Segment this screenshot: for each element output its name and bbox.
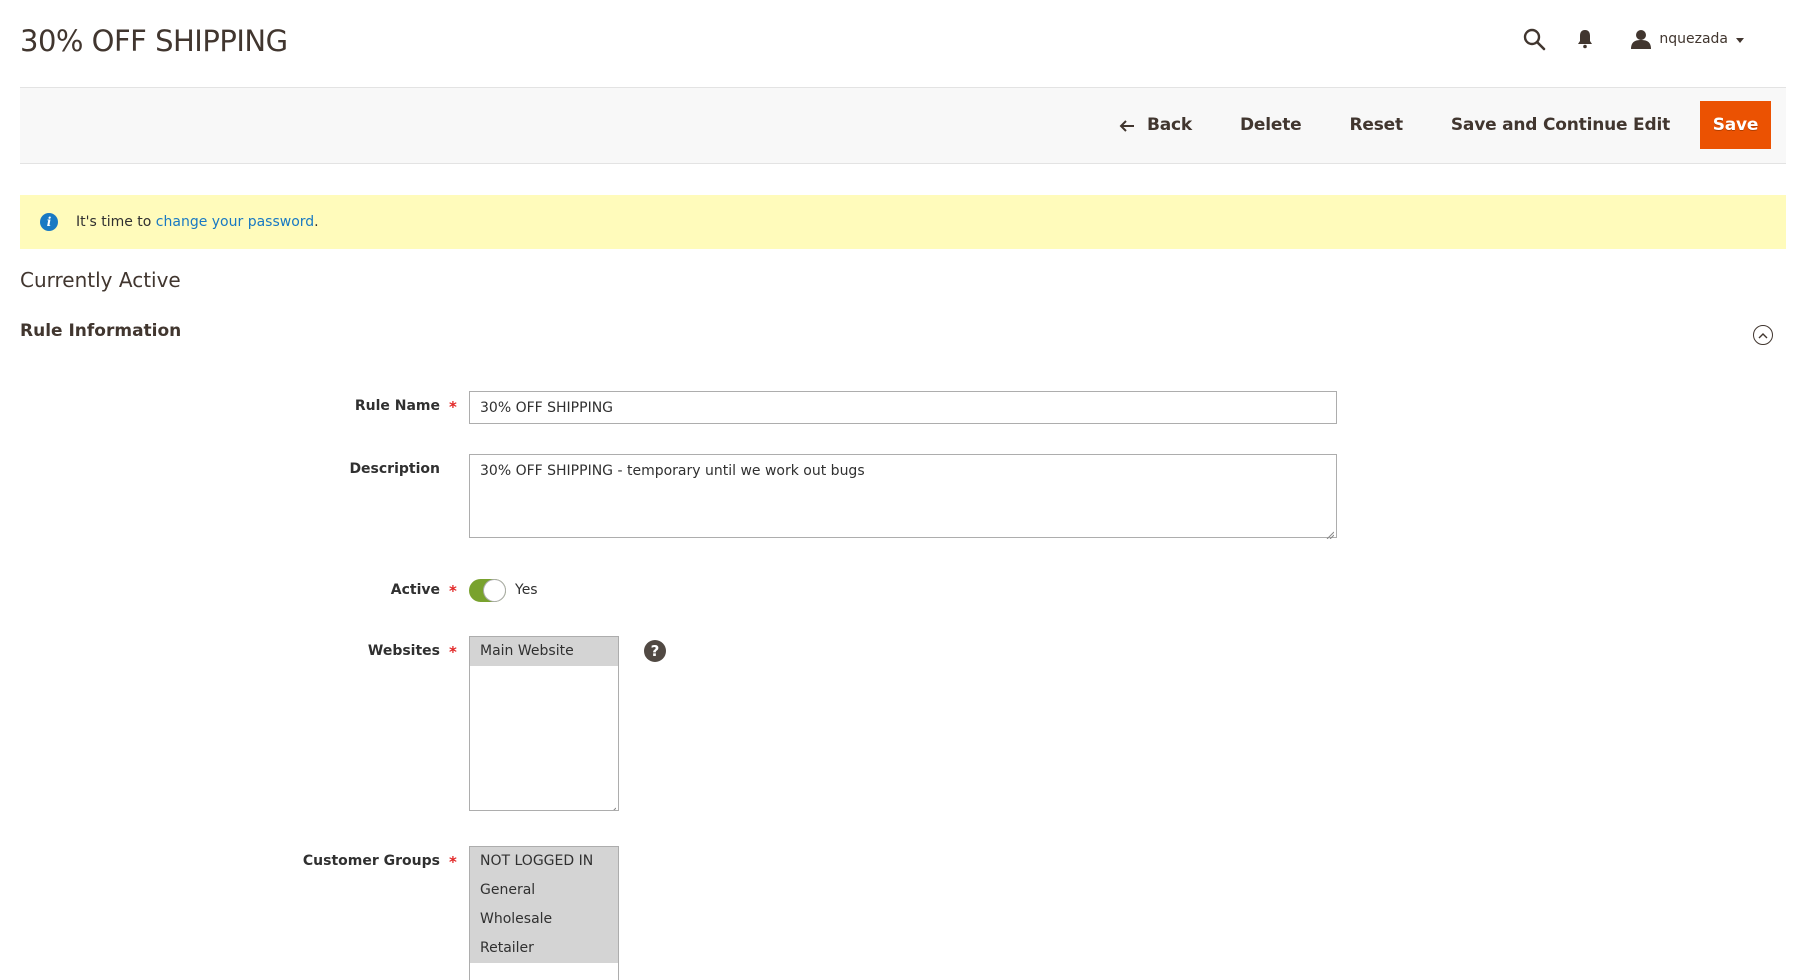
user-icon <box>1631 29 1652 49</box>
chevron-up-icon[interactable] <box>1753 325 1773 345</box>
required-marker: * <box>449 398 457 416</box>
websites-multiselect[interactable]: Main Website <box>469 636 619 811</box>
required-marker: * <box>449 582 457 600</box>
customer-groups-label: Customer Groups <box>302 853 440 869</box>
active-toggle[interactable] <box>469 579 506 602</box>
customer-groups-multiselect[interactable]: NOT LOGGED IN General Wholesale Retailer <box>469 846 619 980</box>
page-title: 30% OFF SHIPPING <box>20 24 288 58</box>
rule-name-input[interactable] <box>469 391 1337 424</box>
save-and-continue-button[interactable]: Save and Continue Edit <box>1427 101 1694 149</box>
help-icon[interactable]: ? <box>644 640 666 662</box>
customer-group-option[interactable]: Wholesale <box>470 905 618 934</box>
header-actions: nquezada <box>1521 24 1744 54</box>
required-marker: * <box>449 853 457 871</box>
websites-option[interactable]: Main Website <box>470 637 618 666</box>
save-button[interactable]: Save <box>1700 101 1771 149</box>
rule-status-heading: Currently Active <box>20 268 181 292</box>
back-button[interactable]: Back <box>1095 101 1216 149</box>
customer-group-option[interactable]: General <box>470 876 618 905</box>
active-label: Active <box>390 582 440 598</box>
change-password-link[interactable]: change your password <box>156 214 314 230</box>
back-label: Back <box>1147 115 1193 135</box>
rule-name-label: Rule Name <box>354 398 440 414</box>
notice-text: It's time to change your password. <box>76 214 319 230</box>
customer-group-option[interactable]: NOT LOGGED IN <box>470 847 618 876</box>
resize-handle-icon[interactable] <box>608 800 617 810</box>
active-toggle-label: Yes <box>515 582 538 598</box>
info-icon: i <box>40 213 58 231</box>
page-actions-toolbar: Back Delete Reset Save and Continue Edit… <box>20 87 1786 164</box>
notice-suffix: . <box>314 214 319 230</box>
customer-group-option[interactable]: Retailer <box>470 934 618 963</box>
required-marker: * <box>449 643 457 661</box>
delete-button[interactable]: Delete <box>1216 101 1325 149</box>
bell-icon[interactable] <box>1575 28 1595 50</box>
resize-handle-icon[interactable] <box>1326 527 1335 540</box>
rule-information-title[interactable]: Rule Information <box>20 321 181 341</box>
description-textarea[interactable]: 30% OFF SHIPPING - temporary until we wo… <box>469 454 1337 540</box>
description-value: 30% OFF SHIPPING - temporary until we wo… <box>480 463 865 479</box>
search-icon[interactable] <box>1521 26 1547 52</box>
username: nquezada <box>1659 31 1728 47</box>
chevron-down-icon <box>1736 37 1744 43</box>
websites-label: Websites <box>367 643 440 659</box>
notice-prefix: It's time to <box>76 214 156 230</box>
password-notice: i It's time to change your password. <box>20 195 1786 249</box>
user-menu[interactable]: nquezada <box>1631 29 1744 49</box>
toggle-knob <box>484 580 505 601</box>
description-label: Description <box>349 461 440 477</box>
arrow-left-icon <box>1119 118 1135 132</box>
reset-button[interactable]: Reset <box>1325 101 1426 149</box>
